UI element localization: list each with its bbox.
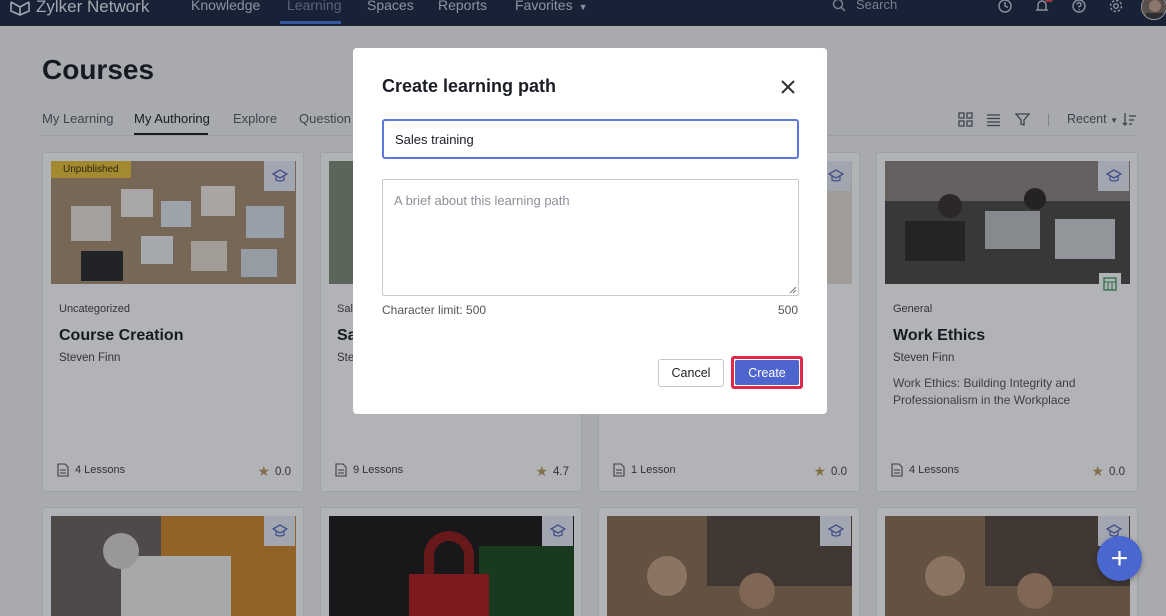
create-button[interactable]: Create — [735, 360, 799, 385]
character-limit-label: Character limit: 500 — [382, 303, 487, 317]
resize-grip-icon[interactable] — [789, 286, 797, 294]
learning-path-name-input[interactable] — [382, 119, 799, 159]
create-learning-path-dialog: Create learning path Character limit: 50… — [353, 48, 827, 414]
dialog-title: Create learning path — [382, 76, 557, 96]
add-fab-button[interactable]: + — [1097, 536, 1142, 581]
learning-path-description-input[interactable] — [382, 179, 799, 296]
character-count: 500 — [777, 303, 798, 317]
cancel-button[interactable]: Cancel — [658, 359, 724, 387]
plus-icon: + — [1110, 541, 1129, 575]
close-icon[interactable] — [779, 78, 797, 96]
create-button-highlight: Create — [731, 356, 803, 389]
